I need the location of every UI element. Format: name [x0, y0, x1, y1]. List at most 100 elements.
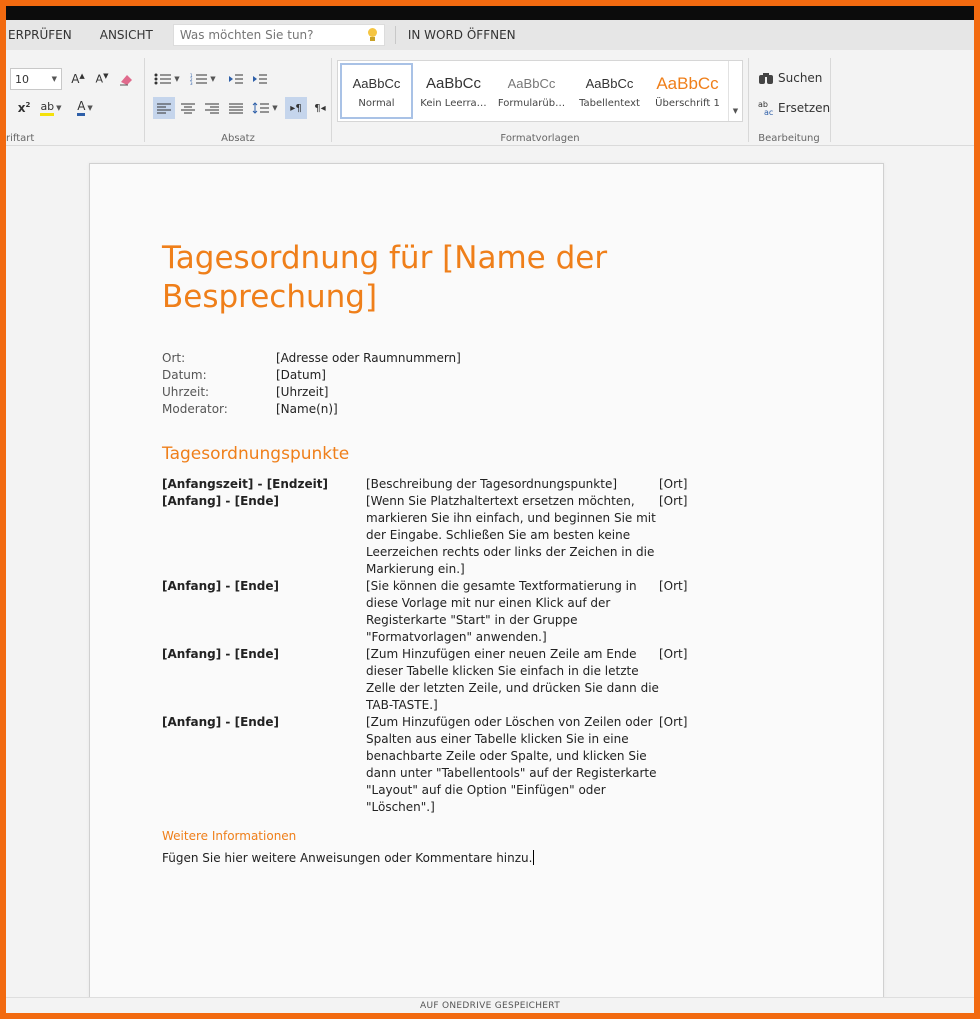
ltr-button[interactable]: ▸¶ — [285, 97, 307, 119]
indent-icon — [253, 74, 267, 84]
tell-me-input[interactable] — [179, 28, 367, 42]
agenda-location[interactable]: [Ort] — [659, 493, 719, 578]
agenda-location[interactable]: [Ort] — [659, 476, 719, 493]
agenda-time[interactable]: [Anfang] - [Ende] — [162, 714, 366, 816]
line-spacing-button[interactable]: ▼ — [249, 97, 281, 119]
status-bar: AUF ONEDRIVE GESPEICHERT — [6, 997, 974, 1013]
more-info-heading[interactable]: Weitere Informationen — [162, 829, 296, 843]
numbering-button[interactable]: 123 ▼ — [187, 68, 219, 90]
tell-me-box[interactable] — [172, 24, 385, 46]
justify-icon — [229, 103, 243, 113]
agenda-description[interactable]: [Wenn Sie Platzhaltertext ersetzen möcht… — [366, 493, 659, 578]
agenda-description[interactable]: [Beschreibung der Tagesordnungspunkte] — [366, 476, 659, 493]
group-divider — [830, 58, 831, 142]
paragraph-group-label: Absatz — [221, 133, 255, 144]
tab-divider — [394, 26, 396, 44]
document-page[interactable]: Tagesordnung für [Name der Besprechung] … — [89, 163, 884, 1003]
clear-formatting-button[interactable] — [116, 68, 136, 90]
increase-indent-button[interactable] — [249, 68, 271, 90]
agenda-time[interactable]: [Anfang] - [Ende] — [162, 646, 366, 714]
text-cursor — [533, 850, 535, 865]
paragraph-group: ▼ 123 ▼ ▼ ▸¶ ¶◂ Absatz — [145, 50, 331, 146]
tab-review[interactable]: ERPRÜFEN — [6, 28, 86, 42]
font-color-button[interactable]: A ▼ — [70, 97, 100, 119]
detail-row: Moderator: [Name(n)] — [162, 401, 461, 418]
chevron-down-icon: ▼ — [174, 75, 180, 83]
superscript-icon: x2 — [17, 101, 31, 115]
ltr-icon: ▸¶ — [290, 102, 302, 114]
tab-view[interactable]: ANSICHT — [86, 28, 167, 42]
highlight-button[interactable]: ab ▼ — [36, 97, 66, 119]
detail-value[interactable]: [Name(n)] — [276, 401, 338, 418]
document-title[interactable]: Tagesordnung für [Name der Besprechung] — [162, 239, 682, 317]
font-group-label: riftart — [6, 133, 35, 144]
detail-row: Ort: [Adresse oder Raumnummern] — [162, 350, 461, 367]
app-window: ERPRÜFEN ANSICHT IN WORD ÖFFNEN 10 ▼ A▲ … — [6, 6, 974, 1013]
meeting-details: Ort: [Adresse oder Raumnummern] Datum: [… — [162, 350, 461, 418]
detail-row: Uhrzeit: [Uhrzeit] — [162, 384, 461, 401]
detail-label: Datum: — [162, 368, 207, 382]
agenda-description[interactable]: [Zum Hinzufügen einer neuen Zeile am End… — [366, 646, 659, 714]
chevron-down-icon: ▼ — [210, 75, 216, 83]
rtl-icon: ¶◂ — [314, 102, 326, 114]
outdent-icon — [229, 74, 243, 84]
agenda-row: [Anfang] - [Ende] [Sie können die gesamt… — [162, 578, 722, 646]
document-canvas: Tagesordnung für [Name der Besprechung] … — [6, 147, 974, 1003]
more-info-body[interactable]: Fügen Sie hier weitere Anweisungen oder … — [162, 851, 532, 865]
detail-row: Datum: [Datum] — [162, 367, 461, 384]
chevron-down-icon: ▼ — [51, 75, 57, 83]
superscript-button[interactable]: x2 — [14, 97, 34, 119]
agenda-row: [Anfang] - [Ende] [Zum Hinzufügen oder L… — [162, 714, 722, 816]
eraser-icon — [120, 75, 132, 86]
agenda-row: [Anfangszeit] - [Endzeit] [Beschreibung … — [162, 476, 722, 493]
grow-font-icon: A▲ — [71, 72, 85, 86]
agenda-description[interactable]: [Zum Hinzufügen oder Löschen von Zeilen … — [366, 714, 659, 816]
highlight-icon: ab — [40, 100, 55, 116]
agenda-time[interactable]: [Anfang] - [Ende] — [162, 578, 366, 646]
open-in-word-button[interactable]: IN WORD ÖFFNEN — [406, 28, 530, 42]
detail-value[interactable]: [Datum] — [276, 367, 326, 384]
agenda-time[interactable]: [Anfang] - [Ende] — [162, 493, 366, 578]
detail-label: Moderator: — [162, 402, 228, 416]
agenda-row: [Anfang] - [Ende] [Wenn Sie Platzhaltert… — [162, 493, 722, 578]
more-info-text[interactable]: Fügen Sie hier weitere Anweisungen oder … — [162, 850, 535, 865]
detail-label: Uhrzeit: — [162, 385, 210, 399]
svg-text:3: 3 — [190, 81, 193, 85]
agenda-time[interactable]: [Anfangszeit] - [Endzeit] — [162, 476, 366, 493]
font-size-select[interactable]: 10 ▼ — [10, 68, 62, 90]
align-right-button[interactable] — [201, 97, 223, 119]
bullets-button[interactable]: ▼ — [151, 68, 183, 90]
editing-group: Bearbeitung — [749, 50, 829, 146]
justify-button[interactable] — [225, 97, 247, 119]
styles-group: Formatvorlagen — [332, 50, 748, 146]
agenda-description[interactable]: [Sie können die gesamte Textformatierung… — [366, 578, 659, 646]
agenda-location[interactable]: [Ort] — [659, 714, 719, 816]
rtl-button[interactable]: ¶◂ — [309, 97, 331, 119]
editing-group-label: Bearbeitung — [758, 133, 820, 144]
save-status: AUF ONEDRIVE GESPEICHERT — [419, 1001, 560, 1011]
numbered-list-icon: 123 — [190, 73, 208, 85]
agenda-row: [Anfang] - [Ende] [Zum Hinzufügen einer … — [162, 646, 722, 714]
detail-value[interactable]: [Uhrzeit] — [276, 384, 328, 401]
font-group: 10 ▼ A▲ A▼ x2 ab ▼ A ▼ riftart — [6, 50, 144, 146]
align-center-button[interactable] — [177, 97, 199, 119]
align-left-button[interactable] — [153, 97, 175, 119]
shrink-font-icon: A▼ — [95, 72, 109, 86]
shrink-font-button[interactable]: A▼ — [92, 68, 112, 90]
agenda-location[interactable]: [Ort] — [659, 578, 719, 646]
styles-group-label: Formatvorlagen — [500, 133, 580, 144]
grow-font-button[interactable]: A▲ — [68, 68, 88, 90]
decrease-indent-button[interactable] — [225, 68, 247, 90]
detail-label: Ort: — [162, 351, 186, 365]
ribbon: 10 ▼ A▲ A▼ x2 ab ▼ A ▼ riftart ▼ 1 2 3 ▼… — [6, 50, 974, 146]
agenda-location[interactable]: [Ort] — [659, 646, 719, 714]
lightbulb-icon — [367, 28, 378, 42]
agenda-heading[interactable]: Tagesordnungspunkte — [162, 444, 349, 464]
detail-value[interactable]: [Adresse oder Raumnummern] — [276, 350, 461, 367]
font-size-value: 10 — [15, 72, 29, 86]
ribbon-tab-row: ERPRÜFEN ANSICHT IN WORD ÖFFNEN — [6, 20, 974, 50]
chevron-down-icon: ▼ — [87, 104, 93, 112]
align-right-icon — [205, 103, 219, 113]
chevron-down-icon: ▼ — [56, 104, 62, 112]
bullet-list-icon — [154, 73, 172, 85]
